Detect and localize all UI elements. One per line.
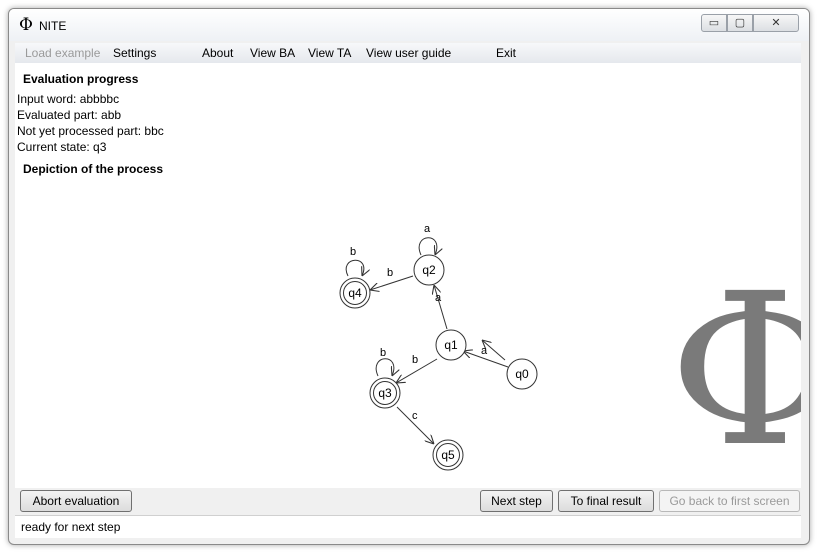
svg-text:q2: q2: [422, 263, 436, 277]
maximize-icon: ▢: [734, 17, 746, 29]
close-icon: ✕: [771, 17, 781, 29]
menu-view-ba[interactable]: View BA: [250, 46, 295, 60]
state-q3: q3: [369, 377, 401, 409]
phi-watermark-icon: Φ: [669, 248, 801, 488]
final-result-button[interactable]: To final result: [558, 490, 654, 512]
svg-text:q5: q5: [441, 448, 455, 462]
main-content: Evaluation progress Input word: abbbbc E…: [15, 63, 801, 488]
status-bar: ready for next step: [15, 515, 801, 538]
edge-label-loop-q4: b: [350, 246, 356, 258]
state-q1: q1: [435, 329, 467, 361]
app-window: Φ NITE ▭ ▢ ✕ Load example Settings About…: [8, 8, 810, 545]
svg-text:q4: q4: [348, 286, 362, 300]
minimize-icon: ▭: [708, 17, 720, 29]
menu-exit[interactable]: Exit: [496, 46, 516, 60]
maximize-button[interactable]: ▢: [727, 14, 753, 32]
button-bar: Abort evaluation Next step To final resu…: [15, 488, 801, 515]
next-step-button[interactable]: Next step: [480, 490, 553, 512]
svg-text:q0: q0: [515, 367, 529, 381]
phi-logo-icon: Φ: [19, 15, 33, 35]
state-q5: q5: [432, 439, 464, 471]
menu-view-user-guide[interactable]: View user guide: [366, 46, 451, 60]
state-q0: q0: [506, 358, 538, 390]
go-back-button[interactable]: Go back to first screen: [659, 490, 800, 512]
svg-text:q1: q1: [444, 338, 458, 352]
menu-view-ta[interactable]: View TA: [308, 46, 351, 60]
title-bar: Φ NITE ▭ ▢ ✕: [9, 9, 809, 41]
loop-q2: [418, 237, 437, 255]
menu-load-example[interactable]: Load example: [25, 46, 100, 60]
edge-label-loop-q2: a: [424, 223, 431, 235]
minimize-button[interactable]: ▭: [701, 14, 727, 32]
process-diagram: Φ a a a b b b b: [339, 223, 801, 488]
abort-evaluation-button[interactable]: Abort evaluation: [20, 490, 132, 512]
edge-label-loop-q3: b: [380, 347, 386, 359]
edge-label-q3-q5: c: [412, 410, 418, 422]
svg-text:Φ: Φ: [669, 248, 801, 488]
edge-label-q2-q4: b: [387, 267, 393, 279]
status-text: ready for next step: [21, 520, 121, 534]
state-q4: q4: [339, 277, 371, 309]
loop-q4: [345, 259, 364, 276]
close-button[interactable]: ✕: [753, 14, 799, 32]
window-title: NITE: [39, 19, 67, 33]
svg-text:q3: q3: [378, 386, 392, 400]
edge-label-q0-q1: a: [481, 345, 488, 357]
edge-label-q1-q3: b: [412, 354, 418, 366]
menu-bar: Load example Settings About View BA View…: [15, 43, 801, 63]
menu-about[interactable]: About: [202, 46, 233, 60]
state-q2: q2: [413, 254, 445, 286]
edge-label-q1-q2: a: [435, 292, 442, 304]
menu-settings[interactable]: Settings: [113, 46, 156, 60]
loop-q3: [375, 358, 394, 376]
